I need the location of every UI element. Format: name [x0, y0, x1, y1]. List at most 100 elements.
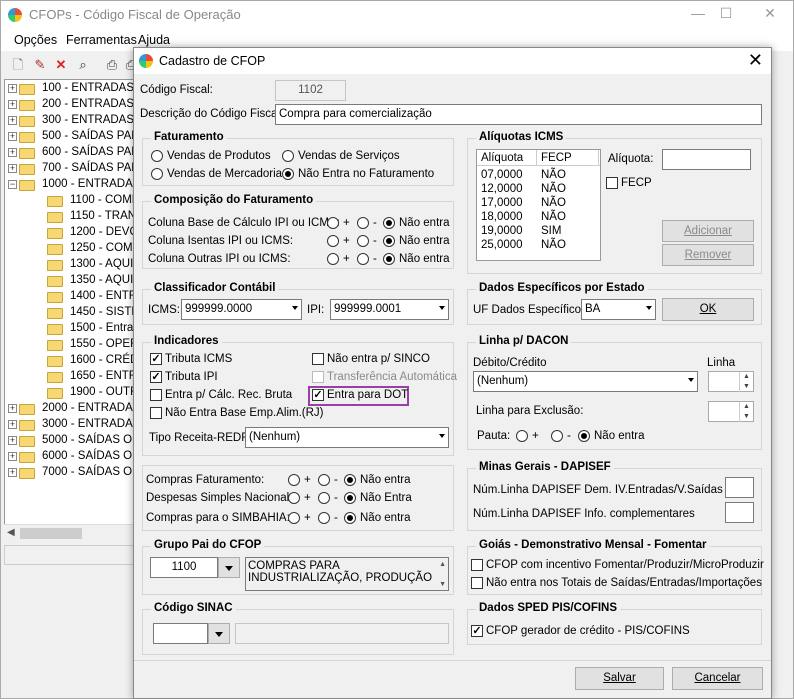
scroll-thumb[interactable] — [20, 528, 82, 539]
sinac-code-field[interactable] — [153, 623, 208, 644]
icms-combo[interactable]: 999999.0000 — [181, 299, 302, 320]
aliquota-row[interactable]: 17,0000 NÃO — [477, 197, 600, 211]
nao-entra-sinco-checkbox[interactable] — [312, 353, 324, 365]
expand-icon[interactable]: + — [8, 116, 17, 125]
expand-icon[interactable]: + — [8, 100, 17, 109]
expand-icon[interactable]: + — [8, 404, 17, 413]
menu-opcoes[interactable]: Opções — [14, 33, 57, 47]
compras-minus-radio[interactable] — [318, 512, 330, 524]
composicao-plus-radio[interactable] — [327, 253, 339, 265]
goias-nao-entra-checkbox[interactable] — [471, 577, 483, 589]
compras-nao-entra-radio[interactable] — [344, 512, 356, 524]
transferencia-checkbox[interactable] — [312, 371, 324, 383]
expand-icon[interactable]: + — [8, 164, 17, 173]
codigo-fiscal-field[interactable]: 1102 — [275, 80, 346, 101]
delete-icon[interactable]: ✕ — [53, 57, 69, 73]
expand-icon[interactable]: + — [8, 420, 17, 429]
minimize-icon[interactable]: — — [683, 5, 713, 21]
expand-icon[interactable]: + — [8, 132, 17, 141]
dialog-close-icon[interactable]: ✕ — [748, 50, 763, 71]
debito-credito-combo[interactable]: (Nenhum) — [473, 371, 698, 392]
spin-up-icon[interactable]: ▲ — [739, 402, 753, 412]
expand-icon[interactable]: + — [8, 436, 17, 445]
expand-icon[interactable]: + — [8, 148, 17, 157]
descricao-field[interactable]: Compra para comercialização — [275, 104, 762, 125]
composicao-nao-entra-radio[interactable] — [383, 235, 395, 247]
fecp-checkbox[interactable] — [606, 177, 618, 189]
maximize-icon[interactable]: ☐ — [711, 5, 741, 22]
compras-nao-entra-radio[interactable] — [344, 474, 356, 486]
radio-vendas-produtos[interactable] — [151, 150, 163, 162]
pauta-nao-entra-radio[interactable] — [578, 430, 590, 442]
col-aliquota-header[interactable]: Alíquota — [481, 152, 523, 164]
minas-row2-field[interactable] — [725, 502, 754, 523]
remover-button[interactable]: Remover — [662, 244, 754, 266]
radio-vendas-servicos[interactable] — [282, 150, 294, 162]
ok-button[interactable]: OK — [662, 298, 754, 321]
collapse-icon[interactable]: − — [8, 180, 17, 189]
entra-calc-checkbox[interactable] — [150, 389, 162, 401]
expand-icon[interactable]: + — [8, 84, 17, 93]
search-icon[interactable]: ⌕ — [75, 57, 91, 73]
linha-spinner[interactable]: ▲ ▼ — [708, 371, 754, 392]
composicao-nao-entra-radio[interactable] — [383, 253, 395, 265]
composicao-minus-radio[interactable] — [357, 217, 369, 229]
composicao-minus-radio[interactable] — [357, 253, 369, 265]
expand-icon[interactable]: + — [8, 452, 17, 461]
edit-icon[interactable]: ✎ — [32, 57, 48, 73]
tributa-icms-checkbox[interactable]: ✓ — [150, 353, 162, 365]
composicao-nao-entra-radio[interactable] — [383, 217, 395, 229]
entra-dot-checkbox[interactable]: ✓ — [312, 389, 324, 401]
pauta-plus-radio[interactable] — [516, 430, 528, 442]
spin-up-icon[interactable]: ▲ — [739, 372, 753, 382]
new-document-icon[interactable]: 🗋 — [10, 57, 26, 73]
aliquota-field[interactable] — [662, 149, 751, 170]
col-fecp-header[interactable]: FECP — [541, 152, 572, 164]
aliquota-row[interactable]: 18,0000 NÃO — [477, 211, 600, 225]
cfop-tree[interactable]: +100 - ENTRADAS D +200 - ENTRADAS D +300 -… — [4, 79, 136, 541]
composicao-plus-radio[interactable] — [327, 235, 339, 247]
scroll-down-icon[interactable]: ▼ — [439, 579, 446, 590]
aliquotas-table[interactable]: Alíquota FECP 07,0000 NÃO 12,0000 NÃO 17,000… — [476, 149, 601, 261]
uf-combo[interactable]: BA — [581, 299, 656, 320]
composicao-minus-radio[interactable] — [357, 235, 369, 247]
minas-row1-field[interactable] — [725, 477, 754, 498]
goias-incentivo-checkbox[interactable] — [471, 559, 483, 571]
compras-plus-radio[interactable] — [288, 474, 300, 486]
compras-minus-radio[interactable] — [318, 492, 330, 504]
nao-entra-base-checkbox[interactable] — [150, 407, 162, 419]
aliquota-row[interactable]: 12,0000 NÃO — [477, 183, 600, 197]
menu-ajuda[interactable]: Ajuda — [138, 33, 170, 47]
compras-plus-radio[interactable] — [288, 512, 300, 524]
menu-ferramentas[interactable]: Ferramentas — [66, 33, 137, 47]
aliquota-row[interactable]: 25,0000 NÃO — [477, 239, 600, 253]
ipi-combo[interactable]: 999999.0001 — [330, 299, 449, 320]
grupo-pai-code[interactable]: 1100 — [150, 557, 218, 578]
aliquota-row[interactable]: 19,0000 SIM — [477, 225, 600, 239]
tipo-receita-combo[interactable]: (Nenhum) — [245, 427, 449, 448]
cancelar-button[interactable]: Cancelar — [672, 667, 763, 690]
pauta-minus-radio[interactable] — [551, 430, 563, 442]
radio-vendas-mercadorias[interactable] — [151, 168, 163, 180]
linha-exclusao-spinner[interactable]: ▲ ▼ — [708, 401, 754, 422]
print-icon[interactable]: ⎙ — [104, 57, 120, 73]
sinac-dropdown-button[interactable] — [208, 623, 230, 644]
compras-nao-entra-radio[interactable] — [344, 492, 356, 504]
scroll-up-icon[interactable]: ▲ — [439, 559, 446, 571]
radio-nao-entra-faturamento[interactable] — [282, 168, 294, 180]
tree-horizontal-scrollbar[interactable]: ◀ — [4, 524, 136, 541]
composicao-plus-radio[interactable] — [327, 217, 339, 229]
sped-credito-checkbox[interactable]: ✓ — [471, 625, 483, 637]
spin-down-icon[interactable]: ▼ — [739, 382, 753, 392]
scroll-left-icon[interactable]: ◀ — [7, 527, 15, 538]
spin-down-icon[interactable]: ▼ — [739, 412, 753, 422]
compras-minus-radio[interactable] — [318, 474, 330, 486]
aliquota-row[interactable]: 07,0000 NÃO — [477, 169, 600, 183]
tributa-ipi-checkbox[interactable]: ✓ — [150, 371, 162, 383]
expand-icon[interactable]: + — [8, 468, 17, 477]
compras-plus-radio[interactable] — [288, 492, 300, 504]
salvar-button[interactable]: Salvar — [575, 667, 664, 690]
grupo-pai-dropdown-button[interactable] — [218, 557, 240, 578]
close-icon[interactable]: ✕ — [755, 5, 785, 22]
adicionar-button[interactable]: Adicionar — [662, 220, 754, 242]
